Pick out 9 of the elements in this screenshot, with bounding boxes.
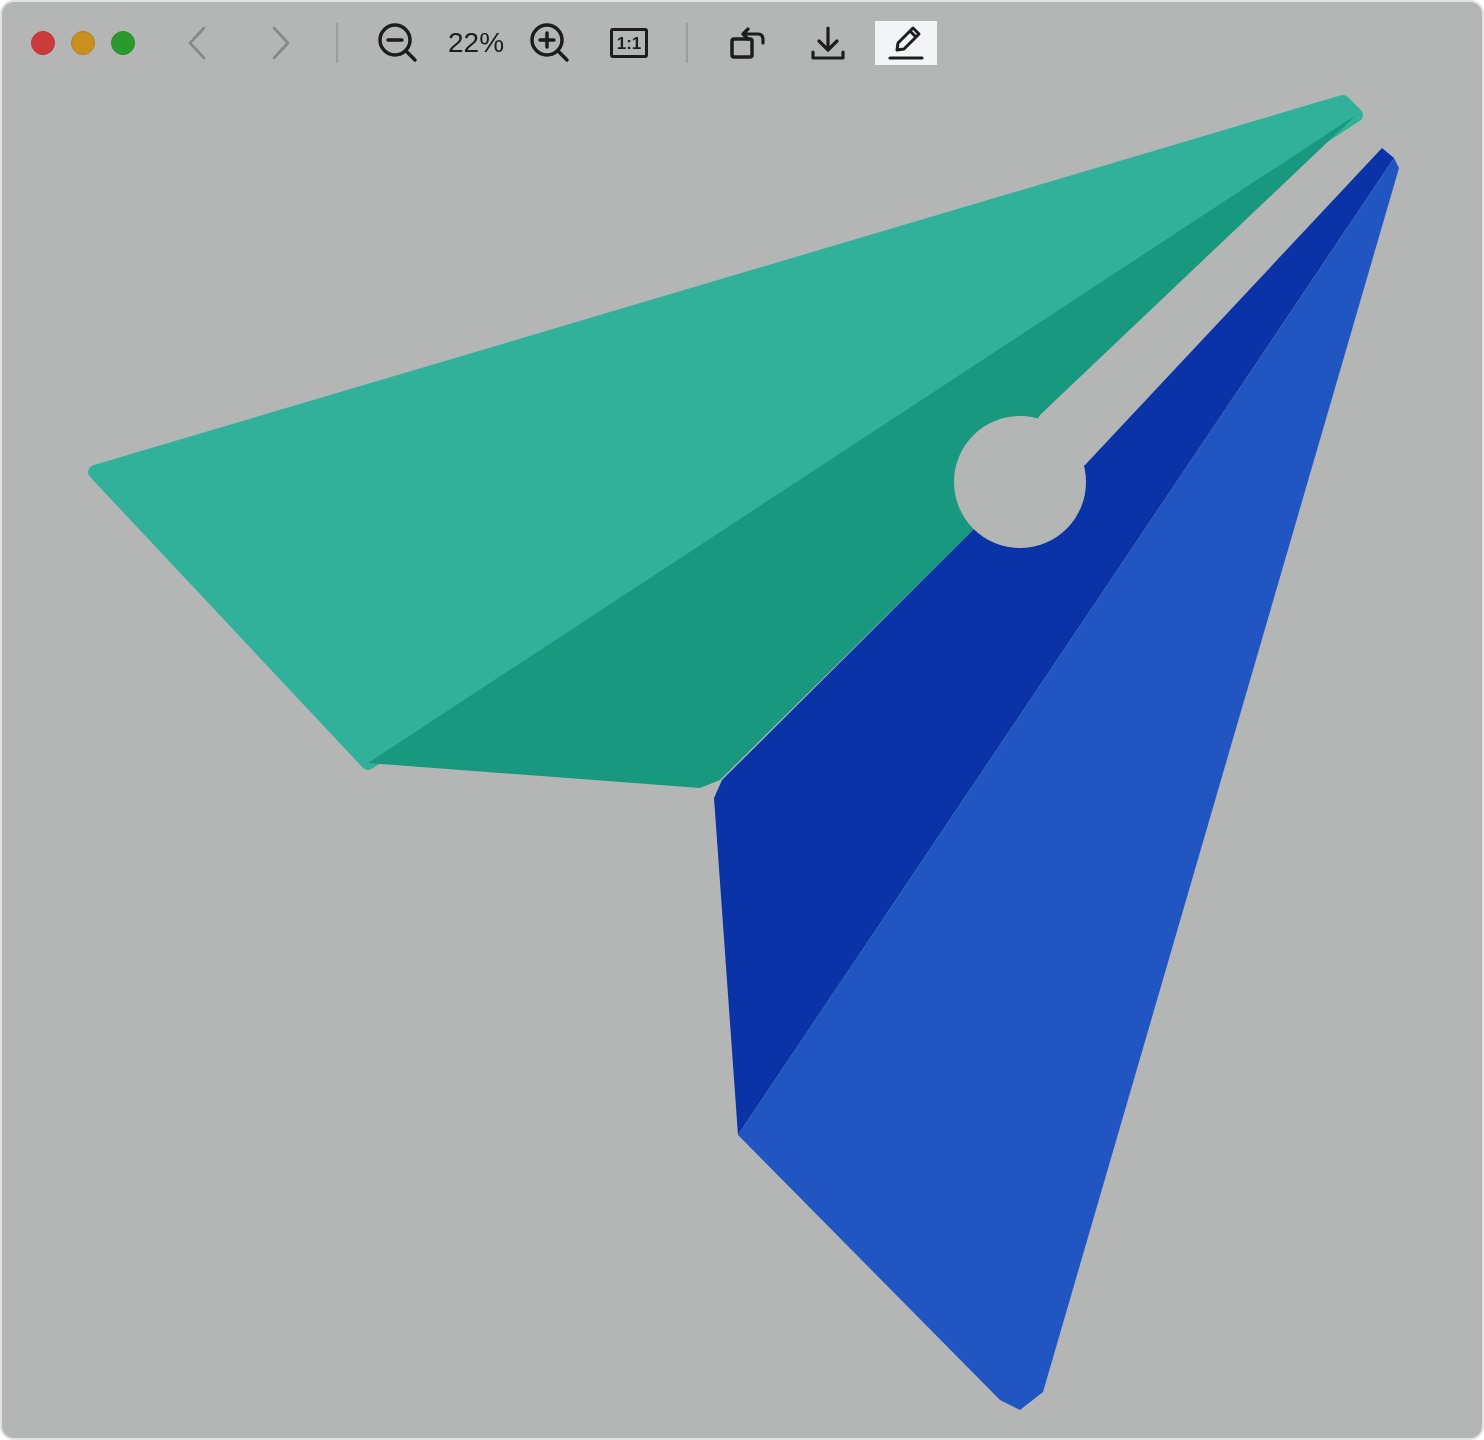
forward-chevron-icon	[270, 25, 292, 61]
close-button[interactable]	[31, 31, 55, 55]
zoom-level: 22%	[448, 26, 505, 60]
back-chevron-icon	[186, 25, 208, 61]
zoom-out-button[interactable]	[376, 21, 420, 65]
zoom-in-icon	[529, 22, 572, 64]
actual-size-button[interactable]: 1:1	[610, 28, 649, 58]
zoom-out-icon	[377, 22, 419, 64]
markup-button[interactable]	[875, 21, 938, 65]
